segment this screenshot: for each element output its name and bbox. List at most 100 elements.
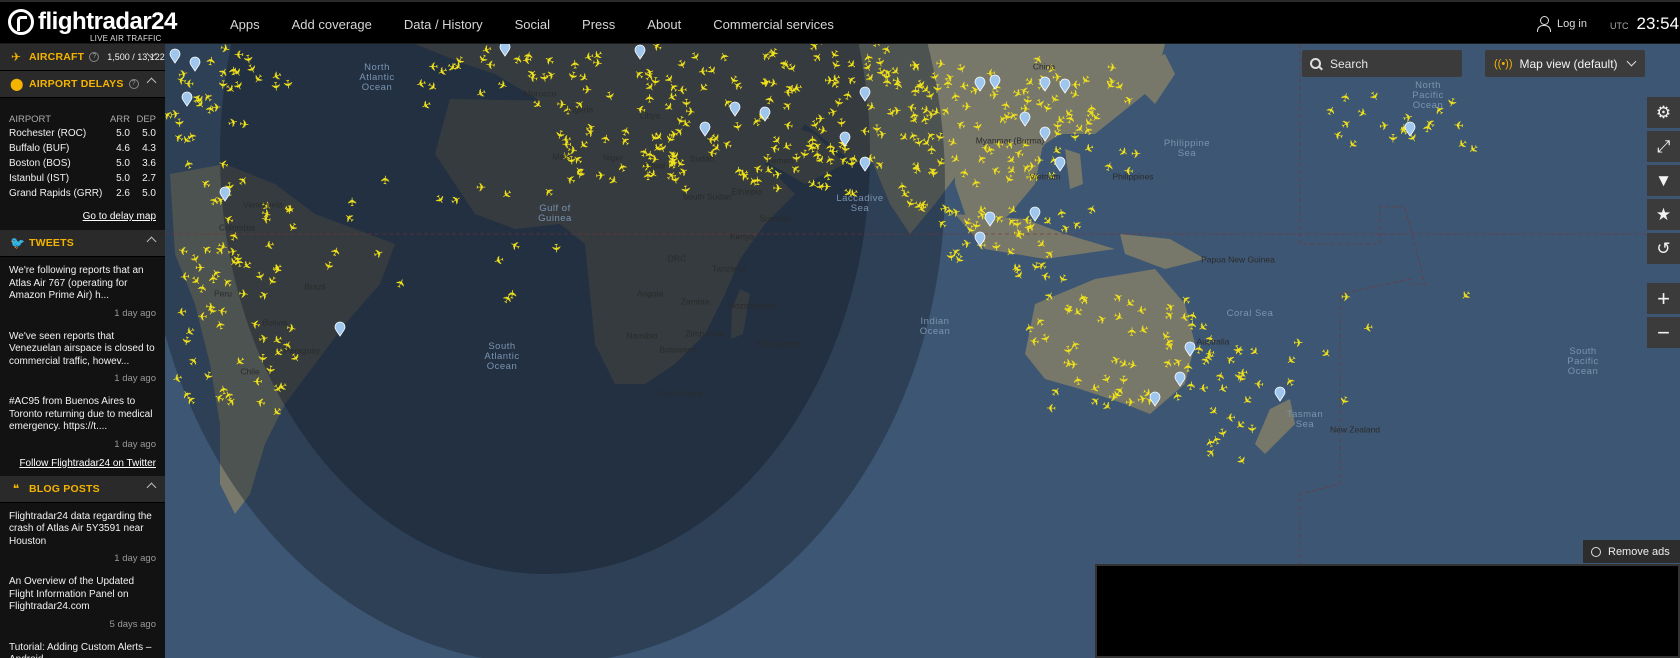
aircraft-icon[interactable]: ✈: [1184, 380, 1199, 392]
aircraft-icon[interactable]: ✈: [255, 352, 270, 363]
airport-marker-icon[interactable]: [1274, 386, 1286, 402]
aircraft-icon[interactable]: ✈: [1084, 202, 1101, 216]
blog-post-item[interactable]: Tutorial: Adding Custom Alerts – Android: [0, 634, 165, 658]
table-row[interactable]: Istanbul (IST) 5.0 2.7: [9, 171, 156, 186]
aircraft-icon[interactable]: ✈: [1197, 380, 1210, 396]
aircraft-icon[interactable]: ✈: [1046, 401, 1057, 415]
aircraft-icon[interactable]: ✈: [895, 181, 910, 192]
aircraft-icon[interactable]: ✈: [1283, 351, 1300, 368]
aircraft-icon[interactable]: ✈: [262, 364, 277, 376]
search-input[interactable]: [1330, 56, 1450, 71]
aircraft-icon[interactable]: ✈: [1034, 153, 1044, 167]
aircraft-icon[interactable]: ✈: [1457, 287, 1474, 304]
aircraft-icon[interactable]: ✈: [697, 63, 709, 78]
aircraft-icon[interactable]: ✈: [1366, 88, 1383, 104]
table-row[interactable]: Buffalo (BUF) 4.6 4.3: [9, 141, 156, 156]
flight-map[interactable]: ✈ ✈ ✈ ✈ ✈ ✈ ✈ ✈ ✈ ✈ ✈ ✈ ✈ ✈ ✈ ✈ ✈ ✈ ✈ ✈ ✈ ✈ ✈ ✈ ✈ ✈ ✈ ✈ ✈ ✈ ✈ ✈ ✈ ✈ ✈ ✈ ✈ ✈ ✈ ✈…: [165, 44, 1680, 658]
tweet-item[interactable]: #AC95 from Buenos Aires to Toronto retur…: [0, 388, 165, 437]
blog-post-item[interactable]: An Overview of the Updated Flight Inform…: [0, 568, 165, 617]
aircraft-icon[interactable]: ✈: [1293, 336, 1304, 350]
aircraft-icon[interactable]: ✈: [1125, 395, 1135, 409]
aircraft-icon[interactable]: ✈: [1420, 122, 1435, 134]
tweet-item[interactable]: We've seen reports that Venezuelan airsp…: [0, 323, 165, 372]
aircraft-icon[interactable]: ✈: [1181, 362, 1195, 372]
aircraft-icon[interactable]: ✈: [1239, 391, 1256, 408]
aircraft-icon[interactable]: ✈: [1054, 271, 1071, 286]
map-view-dropdown[interactable]: ((•)) Map view (default): [1485, 50, 1645, 77]
aircraft-icon[interactable]: ✈: [549, 243, 564, 254]
aircraft-icon[interactable]: ✈: [641, 171, 655, 182]
aircraft-icon[interactable]: ✈: [1115, 143, 1131, 160]
follow-twitter-link[interactable]: Follow Flightradar24 on Twitter: [0, 454, 165, 476]
airport-marker-icon[interactable]: [1054, 156, 1066, 172]
aircraft-icon[interactable]: ✈: [1105, 74, 1117, 89]
aircraft-icon[interactable]: ✈: [1131, 147, 1141, 161]
aircraft-icon[interactable]: ✈: [568, 59, 583, 70]
aircraft-icon[interactable]: ✈: [505, 288, 520, 300]
aircraft-icon[interactable]: ✈: [1338, 91, 1354, 104]
aircraft-icon[interactable]: ✈: [582, 83, 593, 98]
aircraft-icon[interactable]: ✈: [378, 174, 393, 185]
search-box[interactable]: [1302, 50, 1462, 77]
nav-about[interactable]: About: [647, 17, 681, 32]
blog-post-item[interactable]: Flightradar24 data regarding the crash o…: [0, 503, 165, 552]
table-row[interactable]: Boston (BOS) 5.0 3.6: [9, 156, 156, 171]
aircraft-icon[interactable]: ✈: [1386, 133, 1400, 143]
aircraft-icon[interactable]: ✈: [891, 103, 903, 118]
aircraft-icon[interactable]: ✈: [1068, 357, 1079, 372]
nav-social[interactable]: Social: [515, 17, 550, 32]
help-icon[interactable]: ?: [89, 52, 100, 62]
aircraft-icon[interactable]: ✈: [345, 197, 359, 207]
aircraft-icon[interactable]: ✈: [859, 123, 870, 138]
aircraft-icon[interactable]: ✈: [1225, 410, 1237, 425]
filter-icon[interactable]: ▼: [1647, 165, 1680, 196]
aircraft-icon[interactable]: ✈: [562, 137, 572, 151]
aircraft-icon[interactable]: ✈: [1355, 105, 1370, 122]
remove-ads-button[interactable]: Remove ads: [1583, 540, 1680, 563]
chevron-up-icon[interactable]: [146, 77, 157, 88]
aircraft-icon[interactable]: ✈: [1012, 226, 1023, 241]
aircraft-icon[interactable]: ✈: [878, 70, 893, 82]
chevron-up-icon[interactable]: [146, 236, 157, 247]
advertisement-box[interactable]: [1095, 564, 1680, 658]
nav-add-coverage[interactable]: Add coverage: [292, 17, 372, 32]
aircraft-icon[interactable]: ✈: [1054, 207, 1070, 219]
aircraft-icon[interactable]: ✈: [1362, 319, 1375, 335]
delay-map-link[interactable]: Go to delay map: [0, 207, 165, 230]
aircraft-icon[interactable]: ✈: [679, 98, 693, 108]
help-icon[interactable]: ?: [128, 79, 139, 89]
blog-posts-section-header[interactable]: ❝ BLOG POSTS: [0, 475, 165, 503]
aircraft-icon[interactable]: ✈: [772, 181, 783, 196]
aircraft-icon[interactable]: ✈: [949, 205, 963, 221]
aircraft-icon[interactable]: ✈: [1081, 140, 1096, 157]
aircraft-icon[interactable]: ✈: [1231, 370, 1246, 381]
aircraft-icon[interactable]: ✈: [926, 168, 941, 179]
aircraft-icon[interactable]: ✈: [1282, 374, 1299, 390]
login-button[interactable]: Log in: [1537, 16, 1587, 32]
tweet-item[interactable]: We're following reports that an Atlas Ai…: [0, 257, 165, 306]
aircraft-icon[interactable]: ✈: [1335, 393, 1352, 408]
aircraft-icon[interactable]: ✈: [215, 79, 230, 90]
aircraft-icon[interactable]: ✈: [988, 241, 1003, 253]
nav-apps[interactable]: Apps: [230, 17, 260, 32]
chevron-up-icon[interactable]: [146, 482, 157, 492]
aircraft-icon[interactable]: ✈: [828, 144, 838, 158]
aircraft-icon[interactable]: ✈: [961, 99, 973, 114]
aircraft-icon[interactable]: ✈: [1378, 118, 1390, 134]
aircraft-icon[interactable]: ✈: [943, 251, 958, 263]
nav-press[interactable]: Press: [582, 17, 615, 32]
settings-icon[interactable]: ⚙: [1647, 97, 1680, 128]
aircraft-icon[interactable]: ✈: [1453, 117, 1464, 132]
aircraft-icon[interactable]: ✈: [428, 59, 439, 73]
tweets-section-header[interactable]: 🐦 TWEETS: [0, 230, 165, 257]
aircraft-icon[interactable]: ✈: [1233, 452, 1250, 468]
nav-data-history[interactable]: Data / History: [404, 17, 483, 32]
aircraft-icon[interactable]: ✈: [238, 287, 250, 302]
aircraft-icon[interactable]: ✈: [1047, 383, 1064, 400]
aircraft-icon[interactable]: ✈: [172, 117, 187, 128]
favorites-icon[interactable]: ★: [1647, 199, 1680, 230]
zoom-out-button[interactable]: −: [1647, 317, 1680, 348]
aircraft-icon[interactable]: ✈: [1253, 376, 1264, 391]
playback-icon[interactable]: ↺: [1647, 233, 1680, 264]
zoom-in-button[interactable]: +: [1647, 283, 1680, 314]
